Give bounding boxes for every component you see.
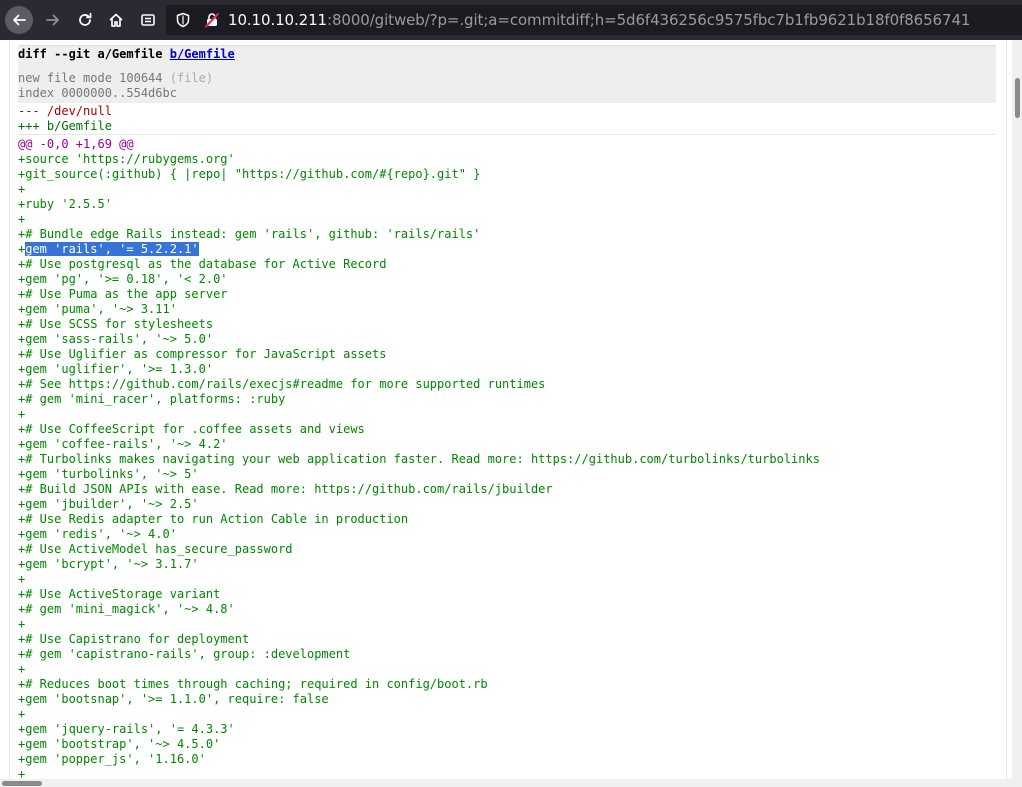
diff-line: +# Use Uglifier as compressor for JavaSc… [18, 347, 387, 361]
diff-line: +# gem 'mini_racer', platforms: :ruby [18, 392, 286, 406]
arrow-right-icon [46, 14, 59, 26]
diff-line: +# Use Puma as the app server [18, 287, 228, 301]
forward-button[interactable] [40, 7, 66, 33]
new-file-note: (file) [169, 71, 214, 85]
diff-line: +# Use Redis adapter to run Action Cable… [18, 512, 409, 526]
diff-line: +gem 'rails', '= 5.2.2.1' [18, 242, 199, 256]
diff-line: +git_source(:github) { |repo| "https://g… [18, 167, 481, 181]
horizontal-scrollbar-thumb[interactable] [2, 781, 42, 786]
url-host: 10.10.10.211 [228, 11, 327, 29]
diff-line: +# gem 'mini_magick', '~> 4.8' [18, 602, 235, 616]
diff-line: +gem 'bootstrap', '~> 4.5.0' [18, 737, 221, 751]
diff-line: +gem 'pg', '>= 0.18', '< 2.0' [18, 272, 228, 286]
diff-line: +gem 'jquery-rails', '= 4.3.3' [18, 722, 235, 736]
diff-line: +# Turbolinks makes navigating your web … [18, 452, 820, 466]
back-button[interactable] [5, 6, 33, 34]
diff-line: +gem 'coffee-rails', '~> 4.2' [18, 437, 228, 451]
insecure-connection-icon[interactable] [204, 12, 220, 32]
diff-git-prefix: diff --git a/Gemfile [18, 47, 170, 61]
reload-icon [79, 12, 92, 26]
url-text[interactable]: 10.10.10.211:8000/gitweb/?p=.git;a=commi… [228, 11, 970, 29]
diff-line: +# Bundle edge Rails instead: gem 'rails… [18, 227, 481, 241]
to-file: +++ b/Gemfile [18, 119, 996, 135]
vertical-scrollbar[interactable] [1012, 40, 1022, 779]
chunk-header: @@ -0,0 +1,69 @@ [18, 137, 134, 151]
diff-line: + [18, 707, 26, 721]
diff-line: +# Use postgresql as the database for Ac… [18, 257, 387, 271]
diff-line: +# Use CoffeeScript for .coffee assets a… [18, 422, 365, 436]
diff-line: +source 'https://rubygems.org' [18, 152, 235, 166]
reload-button[interactable] [72, 7, 98, 33]
diff-line: + [18, 662, 26, 676]
diff-line: +# Use Capistrano for deployment [18, 632, 250, 646]
diff-git-line: diff --git a/Gemfile b/Gemfile [18, 47, 235, 61]
reader-view-icon [141, 14, 155, 26]
diff-line: +# See https://github.com/rails/execjs#r… [18, 377, 546, 391]
new-file-mode-text: new file mode 100644 [18, 71, 163, 85]
reader-view-button[interactable] [135, 7, 161, 33]
diff-lines: +source 'https://rubygems.org' +git_sourc… [18, 152, 820, 782]
diff-line: + [18, 617, 26, 631]
selected-text: gem 'rails', '= 5.2.2.1' [25, 242, 199, 256]
diff-line: +gem 'bootsnap', '>= 1.1.0', require: fa… [18, 692, 329, 706]
diff-line: +gem 'popper_js', '1.16.0' [18, 752, 206, 766]
diff-line: + [18, 212, 26, 226]
from-file: --- /dev/null [18, 104, 112, 118]
diff-line: +# gem 'capistrano-rails', group: :devel… [18, 647, 351, 661]
diff-line: +# Use ActiveModel has_secure_password [18, 542, 293, 556]
vertical-scrollbar-thumb[interactable] [1015, 78, 1020, 118]
page-border-right [1006, 40, 1007, 787]
tracking-protection-icon[interactable] [176, 12, 190, 32]
diff-line: +# Build JSON APIs with ease. Read more:… [18, 482, 553, 496]
diff-line: +gem 'redis', '~> 4.0' [18, 527, 177, 541]
diff-line: +# Use ActiveStorage variant [18, 587, 221, 601]
home-icon [109, 13, 123, 27]
horizontal-scrollbar[interactable] [0, 779, 1022, 787]
diff-line: +gem 'sass-rails', '~> 5.0' [18, 332, 214, 346]
browser-toolbar: 10.10.10.211:8000/gitweb/?p=.git;a=commi… [0, 0, 1022, 40]
diff-line: +gem 'uglifier', '>= 1.3.0' [18, 362, 214, 376]
diff-line: +gem 'puma', '~> 3.11' [18, 302, 177, 316]
diff-line: +# Use SCSS for stylesheets [18, 317, 214, 331]
new-file-mode: new file mode 100644 (file) [18, 71, 213, 86]
diff-line: + [18, 407, 26, 421]
url-bar[interactable]: 10.10.10.211:8000/gitweb/?p=.git;a=commi… [166, 5, 1022, 35]
diff-line: +# Reduces boot times through caching; r… [18, 677, 488, 691]
diff-line: + [18, 182, 26, 196]
diff-line: +gem 'bcrypt', '~> 3.1.7' [18, 557, 199, 571]
diff-line: +gem 'turbolinks', '~> 5' [18, 467, 199, 481]
arrow-left-icon [13, 14, 26, 26]
diff-line: + [18, 572, 26, 586]
url-path: :8000/gitweb/?p=.git;a=commitdiff;h=5d6f… [327, 11, 971, 29]
page-content: diff --git a/Gemfile b/Gemfile new file … [0, 40, 1022, 787]
page-border-left [9, 40, 10, 787]
diff-line: +gem 'jbuilder', '~> 2.5' [18, 497, 199, 511]
home-button[interactable] [103, 7, 129, 33]
diff-line: +ruby '2.5.5' [18, 197, 112, 211]
diff-index: index 0000000..554d6bc [18, 86, 177, 100]
diff-file-link[interactable]: b/Gemfile [170, 47, 235, 61]
